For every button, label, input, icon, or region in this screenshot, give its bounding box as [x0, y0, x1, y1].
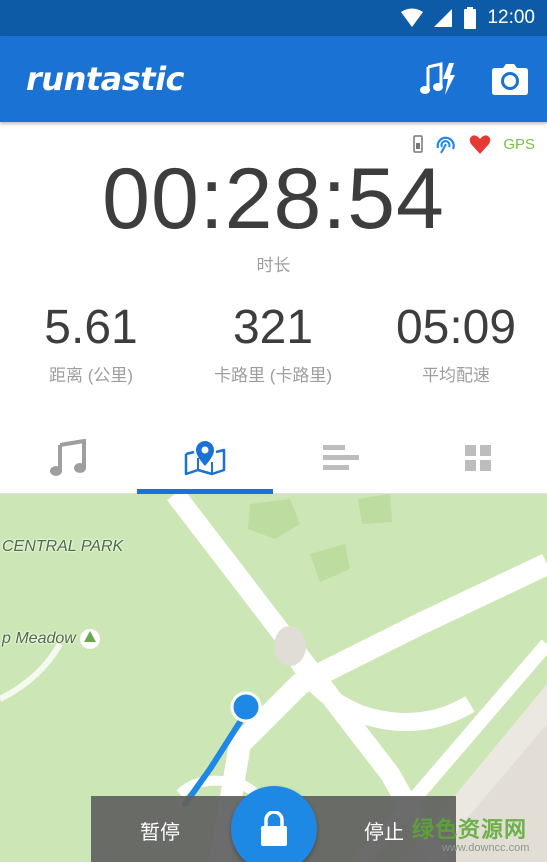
tab-music[interactable] [0, 422, 136, 494]
tab-bar [0, 422, 547, 494]
duration-label: 时长 [256, 256, 291, 275]
tab-map[interactable] [137, 422, 273, 494]
lock-button[interactable] [231, 786, 317, 862]
wifi-icon [401, 8, 424, 27]
stop-button[interactable]: 停止 [364, 816, 404, 845]
camera-icon [492, 64, 528, 95]
stat-distance-label: 距离 (公里) [48, 366, 134, 385]
music-note-icon [50, 439, 86, 476]
tab-dashboard[interactable] [410, 422, 546, 494]
music-boost-icon [420, 62, 455, 95]
lock-icon [261, 811, 287, 846]
status-time: 12:00 [487, 7, 535, 28]
tab-splits[interactable] [273, 422, 409, 494]
status-bar: 12:00 [0, 0, 547, 36]
map-icon [184, 441, 226, 476]
pause-button[interactable]: 暂停 [140, 816, 180, 845]
stat-pace-value: 05:09 [395, 301, 517, 354]
watermark: 绿色资源网 www.downcc.com [412, 812, 547, 854]
battery-icon [464, 7, 477, 29]
stat-distance-value: 5.61 [44, 301, 138, 354]
stat-pace: 05:09 平均配速 [365, 300, 547, 386]
status-icons: 12:00 [401, 0, 535, 36]
app-bar: runtastic [0, 36, 547, 122]
signal-icon [434, 9, 453, 27]
dashboard-icon [465, 445, 491, 471]
duration-value: 00:28:54 [102, 151, 445, 247]
map-label-central-park: CENTRAL PARK [2, 538, 124, 555]
app-logo: runtastic [26, 60, 185, 98]
music-boost-button[interactable] [414, 56, 462, 104]
camera-button[interactable] [486, 56, 534, 104]
stat-pace-label: 平均配速 [422, 366, 490, 385]
splits-icon [323, 445, 359, 470]
stat-calories-value: 321 [232, 301, 314, 354]
stat-calories: 321 卡路里 (卡路里) [182, 300, 364, 386]
stat-calories-label: 卡路里 (卡路里) [213, 366, 333, 385]
map-label-meadow: p Meadow [2, 630, 76, 647]
watermark-main: 绿色资源网 [412, 817, 528, 842]
stat-distance: 5.61 距离 (公里) [0, 300, 182, 386]
